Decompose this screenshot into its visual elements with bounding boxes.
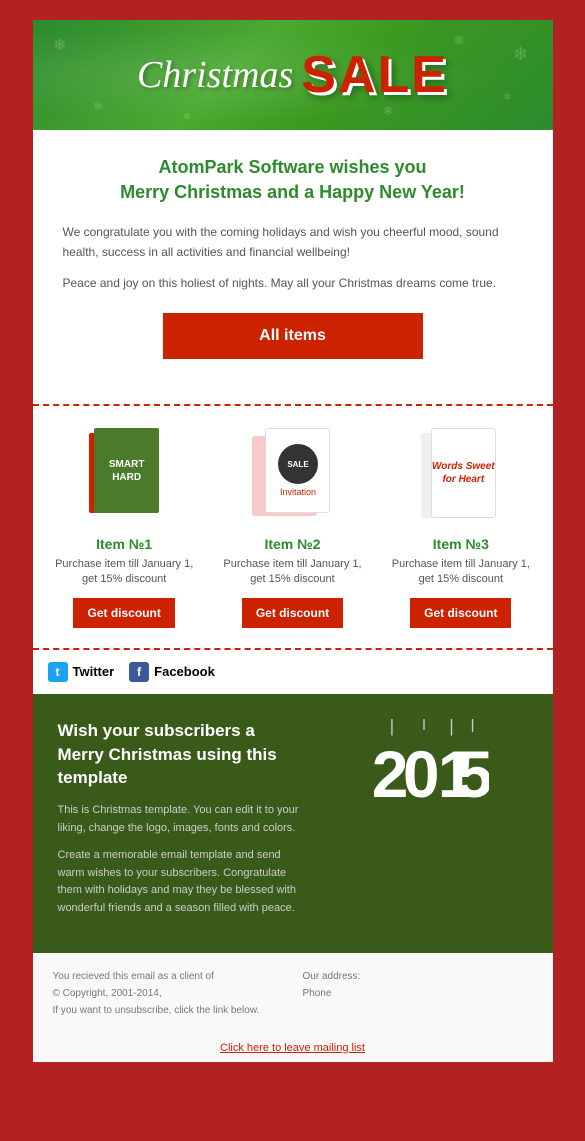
footer-left-line2: © Copyright, 2001-2014, [53,985,283,1002]
item3-image: Words Sweet for Heart [384,426,537,526]
facebook-label: Facebook [154,664,215,679]
item1-discount-button[interactable]: Get discount [73,598,174,628]
social-section: t Twitter f Facebook [33,650,553,694]
item3-discount-button[interactable]: Get discount [410,598,511,628]
svg-text:❄: ❄ [503,92,511,103]
item3-card-front: Words Sweet for Heart [431,428,496,518]
item1-book-front: SMART HARD [94,428,159,513]
facebook-button[interactable]: f Facebook [129,662,215,682]
item2-invitation: Invitation [280,487,316,497]
all-items-button[interactable]: All items [163,313,423,359]
footer-right-label1: Our address: [303,968,533,985]
item2-image: SALE Invitation [216,426,369,526]
promo-para2: Create a memorable email template and se… [58,847,306,917]
item2-tag-front: SALE Invitation [265,428,330,513]
header-banner: Christmas SALE ❄ ❄ ❄ ❄ ❄ ❄ ❄ [33,20,553,130]
svg-text:❄: ❄ [513,44,528,64]
item-card-1: SMART HARD Item №1 Purchase item till Ja… [48,426,201,628]
year-display: 2 0 1 5 [321,719,528,829]
footer-left: You recieved this email as a client of ©… [53,968,283,1019]
item1-image: SMART HARD [48,426,201,526]
item2-desc: Purchase item till January 1, get 15% di… [216,557,369,588]
item2-name: Item №2 [216,536,369,552]
greeting-title-line1: AtomPark Software wishes you [63,155,523,180]
item3-card-text: Words Sweet for Heart [432,460,495,486]
footer-left-line1: You recieved this email as a client of [53,968,283,985]
footer-info: You recieved this email as a client of ©… [33,953,553,1034]
promo-title: Wish your subscribers a Merry Christmas … [58,719,306,790]
item2-discount-button[interactable]: Get discount [242,598,343,628]
items-grid: SMART HARD Item №1 Purchase item till Ja… [48,426,538,628]
svg-text:0: 0 [403,737,440,811]
unsubscribe-link[interactable]: Click here to leave mailing list [33,1034,553,1062]
item1-name: Item №1 [48,536,201,552]
facebook-icon: f [129,662,149,682]
item1-book-text: SMART HARD [109,458,145,484]
twitter-label: Twitter [73,664,115,679]
item-card-3: Words Sweet for Heart Item №3 Purchase i… [384,426,537,628]
twitter-icon: t [48,662,68,682]
greeting-title: AtomPark Software wishes you Merry Chris… [63,155,523,205]
svg-text:5: 5 [456,737,489,811]
header-sale-text: SALE [301,45,448,105]
items-section: SMART HARD Item №1 Purchase item till Ja… [33,404,553,650]
item2-sale-circle: SALE [278,444,318,484]
svg-text:❄: ❄ [383,104,393,118]
year-2015-svg: 2 0 1 5 [359,719,489,829]
footer-promo: Wish your subscribers a Merry Christmas … [33,694,553,953]
promo-para1: This is Christmas template. You can edit… [58,802,306,837]
item1-desc: Purchase item till January 1, get 15% di… [48,557,201,588]
header-christmas-text: Christmas [137,53,293,97]
svg-text:❄: ❄ [53,37,66,54]
svg-text:❄: ❄ [183,112,191,123]
footer-right: Our address: Phone [303,968,533,1019]
greeting-para1: We congratulate you with the coming holi… [63,223,523,261]
svg-text:❄: ❄ [93,99,103,113]
item3-name: Item №3 [384,536,537,552]
greeting-title-line2: Merry Christmas and a Happy New Year! [63,180,523,205]
promo-text-section: Wish your subscribers a Merry Christmas … [58,719,306,928]
twitter-button[interactable]: t Twitter [48,662,115,682]
item-card-2: SALE Invitation Item №2 Purchase item ti… [216,426,369,628]
item3-desc: Purchase item till January 1, get 15% di… [384,557,537,588]
main-content: AtomPark Software wishes you Merry Chris… [33,130,553,404]
footer-right-label2: Phone [303,985,533,1002]
svg-text:❄: ❄ [453,32,465,48]
footer-left-line3: If you want to unsubscribe, click the li… [53,1002,283,1019]
email-wrapper: Christmas SALE ❄ ❄ ❄ ❄ ❄ ❄ ❄ AtomPark So… [33,20,553,1062]
greeting-para2: Peace and joy on this holiest of nights.… [63,274,523,293]
